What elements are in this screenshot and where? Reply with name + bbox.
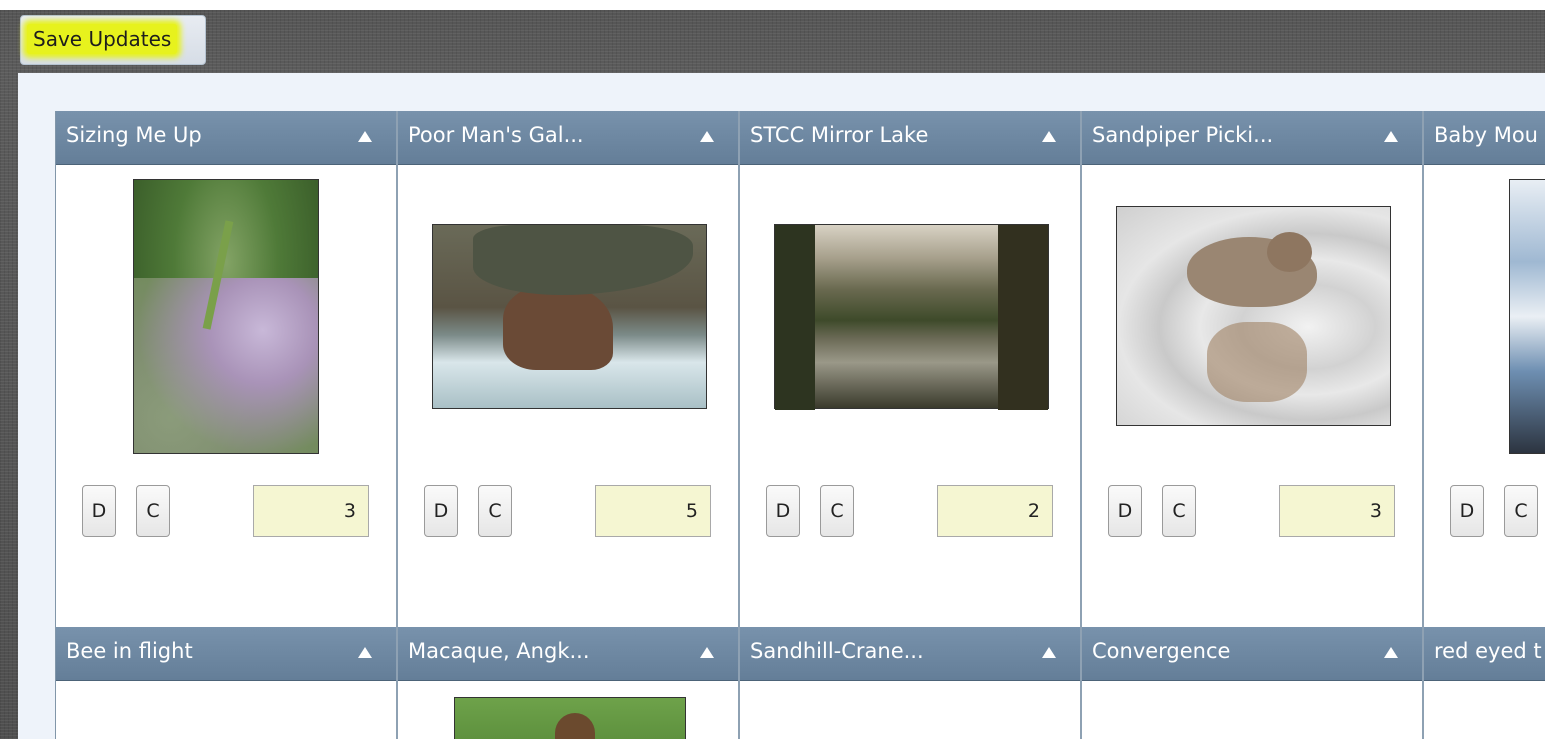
card-header[interactable]: red eyed t	[1424, 627, 1545, 681]
vote-input[interactable]	[937, 485, 1053, 537]
card-header[interactable]: Poor Man's Gal...	[398, 111, 738, 165]
photo-thumbnail-mantis[interactable]	[133, 179, 319, 454]
card-title: Macaque, Angk...	[408, 639, 590, 663]
vote-input[interactable]	[253, 485, 369, 537]
card-title: red eyed t	[1434, 639, 1542, 663]
photo-card: Bee in flight	[56, 627, 398, 739]
delete-button[interactable]: D	[766, 485, 800, 537]
save-updates-label: Save Updates	[27, 24, 178, 54]
sort-up-icon[interactable]	[1384, 131, 1398, 142]
sort-up-icon[interactable]	[1042, 647, 1056, 658]
comment-button[interactable]: C	[1504, 485, 1538, 537]
save-updates-button[interactable]: Save Updates	[20, 15, 206, 65]
sort-up-icon[interactable]	[700, 647, 714, 658]
card-header[interactable]: Bee in flight	[56, 627, 396, 681]
comment-button[interactable]: C	[136, 485, 170, 537]
card-title: Sandhill-Crane...	[750, 639, 924, 663]
card-title: Sizing Me Up	[66, 123, 202, 147]
card-header[interactable]: Baby Mou	[1424, 111, 1545, 165]
photo-card: Sandhill-Crane...	[740, 627, 1082, 739]
card-title: Convergence	[1092, 639, 1231, 663]
photo-card: Sizing Me Up D C	[56, 111, 398, 627]
photo-card: Poor Man's Gal... D C	[398, 111, 740, 627]
sort-up-icon[interactable]	[1042, 131, 1056, 142]
card-header[interactable]: Macaque, Angk...	[398, 627, 738, 681]
photo-card: Baby Mou D C	[1424, 111, 1545, 627]
photo-card: STCC Mirror Lake D C	[740, 111, 1082, 627]
photo-grid: Sizing Me Up D C Poor Man's Gal... D C S…	[55, 111, 1545, 739]
photo-card: red eyed t	[1424, 627, 1545, 739]
photo-thumbnail-mirror-lake[interactable]	[774, 224, 1049, 410]
vote-input[interactable]	[1279, 485, 1395, 537]
card-title: STCC Mirror Lake	[750, 123, 929, 147]
delete-button[interactable]: D	[1450, 485, 1484, 537]
card-title: Baby Mou	[1434, 123, 1538, 147]
photo-card: Convergence	[1082, 627, 1424, 739]
delete-button[interactable]: D	[1108, 485, 1142, 537]
photo-card: Sandpiper Picki... D C	[1082, 111, 1424, 627]
photo-thumbnail-sandpiper[interactable]	[1116, 206, 1391, 426]
card-header[interactable]: Sandpiper Picki...	[1082, 111, 1422, 165]
photo-thumbnail-rock-surf[interactable]	[432, 224, 707, 409]
card-title: Bee in flight	[66, 639, 193, 663]
sort-up-icon[interactable]	[358, 131, 372, 142]
card-header[interactable]: Sizing Me Up	[56, 111, 396, 165]
card-title: Poor Man's Gal...	[408, 123, 584, 147]
delete-button[interactable]: D	[82, 485, 116, 537]
photo-card: Macaque, Angk...	[398, 627, 740, 739]
card-header[interactable]: STCC Mirror Lake	[740, 111, 1080, 165]
photo-thumbnail-macaque[interactable]	[454, 697, 686, 739]
photo-thumbnail-sky[interactable]	[1509, 179, 1545, 454]
card-title: Sandpiper Picki...	[1092, 123, 1274, 147]
comment-button[interactable]: C	[1162, 485, 1196, 537]
sort-up-icon[interactable]	[1384, 647, 1398, 658]
comment-button[interactable]: C	[478, 485, 512, 537]
card-header[interactable]: Convergence	[1082, 627, 1422, 681]
sort-up-icon[interactable]	[358, 647, 372, 658]
top-strip	[0, 0, 1545, 10]
delete-button[interactable]: D	[424, 485, 458, 537]
card-header[interactable]: Sandhill-Crane...	[740, 627, 1080, 681]
comment-button[interactable]: C	[820, 485, 854, 537]
vote-input[interactable]	[595, 485, 711, 537]
sort-up-icon[interactable]	[700, 131, 714, 142]
